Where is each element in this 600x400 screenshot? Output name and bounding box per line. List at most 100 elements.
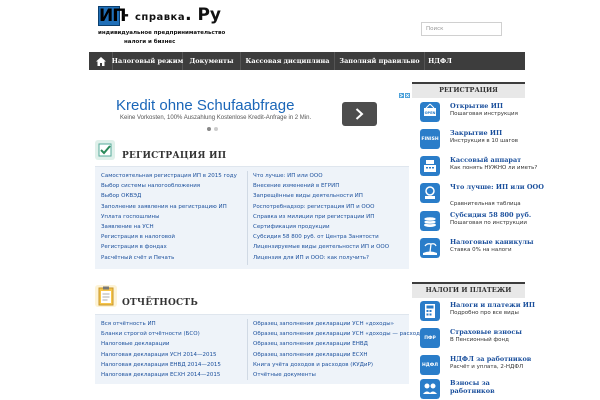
- list-item[interactable]: Налоговая декларация УСН 2014—2015: [101, 350, 221, 360]
- list-item[interactable]: Самостоятельная регистрация ИП в 2015 го…: [101, 171, 237, 181]
- home-icon[interactable]: [89, 52, 113, 70]
- sidebar-item-cash-register[interactable]: Кассовый аппарат Как понять НУЖНО ли име…: [420, 155, 537, 177]
- sidebar-item-title[interactable]: Открытие ИП: [450, 102, 503, 110]
- ad-choices-icon[interactable]: [399, 93, 410, 98]
- question-icon: [420, 183, 440, 203]
- calculator-icon: [420, 301, 440, 321]
- sidebar-item-ndfl-workers[interactable]: НДФЛ НДФЛ за работников Расчёт и уплата,…: [420, 354, 531, 376]
- ad-pager-dot[interactable]: [207, 127, 211, 131]
- tagline-1: индивидуальное предпринимательство: [98, 30, 226, 36]
- checklist-icon: [95, 140, 115, 160]
- list-item[interactable]: Лицензия для ИП и ООО: как получить?: [253, 253, 389, 263]
- sidebar-item-subtitle: Как понять НУЖНО ли иметь?: [450, 165, 538, 171]
- sidebar-item-worker-contributions[interactable]: Взносы за работников: [420, 378, 530, 400]
- sidebar-item-title[interactable]: Налоги и платежи ИП: [450, 301, 535, 309]
- sidebar-registration-title: РЕГИСТРАЦИЯ: [412, 82, 525, 98]
- column-divider: [247, 171, 248, 265]
- sidebar-item-taxes-payments[interactable]: Налоги и платежи ИП Подробно про все вид…: [420, 300, 535, 322]
- sidebar-item-insurance[interactable]: ПФР Страховые взносы В Пенсионный фонд: [420, 327, 530, 349]
- sidebar-item-title[interactable]: НДФЛ за работников: [450, 355, 531, 363]
- clipboard-icon: [95, 285, 117, 307]
- sidebar-item-title[interactable]: Субсидия 58 800 руб.: [450, 211, 531, 219]
- ad-title[interactable]: Kredit ohne Schufaabfrage: [116, 97, 294, 114]
- sidebar-item-close-ip[interactable]: FINISH Закрытие ИП Инструкция в 10 шагов: [420, 128, 530, 150]
- ad-pager-dot[interactable]: [214, 127, 218, 131]
- nav-item-cash-discipline[interactable]: Кассовая дисциплина: [241, 52, 335, 70]
- ndfl-icon: НДФЛ: [420, 355, 440, 375]
- search-input[interactable]: Поиск: [421, 22, 502, 36]
- list-item[interactable]: Выбор ОКВЭД: [101, 191, 237, 201]
- sidebar-item-title[interactable]: Налоговые каникулы: [450, 238, 533, 246]
- sidebar-item-ip-or-ooo[interactable]: Что лучше: ИП или ООО Сравнительная табл…: [420, 182, 544, 207]
- nav-item-ndfl[interactable]: НДФЛ: [425, 52, 455, 70]
- reports-links: Вся отчётность ИП Бланки строгой отчётно…: [95, 314, 428, 384]
- list-item[interactable]: Налоговая декларация ЕСХН 2014—2015: [101, 370, 221, 380]
- logo-mark[interactable]: ИП: [98, 6, 126, 26]
- logo-name: справка: [134, 12, 186, 23]
- sidebar-item-title[interactable]: Страховые взносы: [450, 328, 522, 336]
- sidebar-item-title[interactable]: Что лучше: ИП или ООО: [450, 183, 544, 191]
- nav-item-fill-correctly[interactable]: Заполняй правильно: [335, 52, 425, 70]
- finish-icon: FINISH: [420, 129, 440, 149]
- registration-title: РЕГИСТРАЦИЯ ИП: [122, 151, 227, 161]
- ad-arrow-button[interactable]: [342, 102, 377, 126]
- list-item[interactable]: Регистрация в фондах: [101, 242, 237, 252]
- list-item[interactable]: Регистрация в налоговой: [101, 232, 237, 242]
- list-item[interactable]: Образец заполнения декларации ЕНВД: [253, 339, 428, 349]
- sidebar-item-title[interactable]: Взносы за работников: [450, 379, 510, 395]
- sidebar-item-title[interactable]: Кассовый аппарат: [450, 156, 521, 164]
- ad-pager: [207, 127, 218, 131]
- list-item[interactable]: Отчётные документы: [253, 370, 428, 380]
- list-item[interactable]: Налоговая декларация ЕНВД 2014—2015: [101, 360, 221, 370]
- reports-title: ОТЧЁТНОСТЬ: [122, 298, 198, 308]
- sidebar-item-subsidy[interactable]: Субсидия 58 800 руб. Пошаговая по инстру…: [420, 210, 531, 232]
- list-item[interactable]: Субсидия 58 800 руб. от Центра Занятости: [253, 232, 389, 242]
- list-item[interactable]: Бланки строгой отчётности (БСО): [101, 329, 221, 339]
- list-item[interactable]: Образец заполнения декларации ЕСХН: [253, 350, 428, 360]
- main-nav: Налоговый режим Документы Кассовая дисци…: [89, 52, 525, 70]
- people-icon: [420, 379, 440, 399]
- open-sign-icon: OPEN: [420, 102, 440, 122]
- sidebar-item-subtitle: Расчёт и уплата, 2-НДФЛ: [450, 364, 524, 370]
- registration-left-column: Самостоятельная регистрация ИП в 2015 го…: [101, 171, 237, 263]
- list-item[interactable]: Заполнение заявления на регистрацию ИП: [101, 202, 237, 212]
- list-item[interactable]: Образец заполнения декларации УСН «доход…: [253, 329, 428, 339]
- reports-left-column: Вся отчётность ИП Бланки строгой отчётно…: [101, 319, 221, 380]
- logo-tld: . Ру: [185, 5, 222, 25]
- list-item[interactable]: Лицензируемые виды деятельности ИП и ООО: [253, 242, 389, 252]
- list-item[interactable]: Справка из милиции при регистрации ИП: [253, 212, 389, 222]
- list-item[interactable]: Расчётный счёт и Печать: [101, 253, 237, 263]
- list-item[interactable]: Роспотребнадзор: регистрация ИП и ООО: [253, 202, 389, 212]
- tagline-2: налоги и бизнес: [124, 39, 176, 45]
- sidebar-item-open-ip[interactable]: OPEN Открытие ИП Пошаговая инструкция: [420, 101, 530, 123]
- logo-text[interactable]: - справка. Ру: [122, 6, 221, 27]
- list-item[interactable]: Что лучше: ИП или ООО: [253, 171, 389, 181]
- cash-register-icon: [420, 156, 440, 176]
- list-item[interactable]: Сертификация продукции: [253, 222, 389, 232]
- ad-text: Keine Vorkosten, 100% Auszahlung Kostenl…: [120, 115, 312, 121]
- sidebar-item-subtitle: Подробно про все виды: [450, 310, 519, 316]
- sidebar-item-title[interactable]: Закрытие ИП: [450, 129, 502, 137]
- ad-banner[interactable]: Kredit ohne Schufaabfrage Keine Vorkoste…: [95, 92, 411, 135]
- list-item[interactable]: Запрещённые виды деятельности ИП: [253, 191, 389, 201]
- list-item[interactable]: Книга учёта доходов и расходов (КУДиР): [253, 360, 428, 370]
- coins-icon: [420, 211, 440, 231]
- list-item[interactable]: Выбор системы налогообложения: [101, 181, 237, 191]
- nav-item-documents[interactable]: Документы: [183, 52, 241, 70]
- list-item[interactable]: Налоговые декларации: [101, 339, 221, 349]
- list-item[interactable]: Образец заполнения декларации УСН «доход…: [253, 319, 428, 329]
- registration-links: Самостоятельная регистрация ИП в 2015 го…: [95, 166, 409, 269]
- sidebar-item-subtitle: Инструкция в 10 шагов: [450, 138, 519, 144]
- list-item[interactable]: Внесение изменений в ЕГРИП: [253, 181, 389, 191]
- nav-item-tax-regime[interactable]: Налоговый режим: [112, 52, 183, 70]
- pfr-icon: ПФР: [420, 328, 440, 348]
- column-divider: [247, 319, 248, 380]
- list-item[interactable]: Заявление на УСН: [101, 222, 237, 232]
- registration-right-column: Что лучше: ИП или ООО Внесение изменений…: [253, 171, 389, 263]
- list-item[interactable]: Уплата госпошлины: [101, 212, 237, 222]
- list-item[interactable]: Вся отчётность ИП: [101, 319, 221, 329]
- reports-right-column: Образец заполнения декларации УСН «доход…: [253, 319, 428, 380]
- finish-icon-label: FINISH: [421, 136, 439, 142]
- sidebar-item-tax-holidays[interactable]: Налоговые каникулы Ставка 0% на налоги: [420, 237, 533, 259]
- sidebar-item-subtitle: В Пенсионный фонд: [450, 337, 509, 343]
